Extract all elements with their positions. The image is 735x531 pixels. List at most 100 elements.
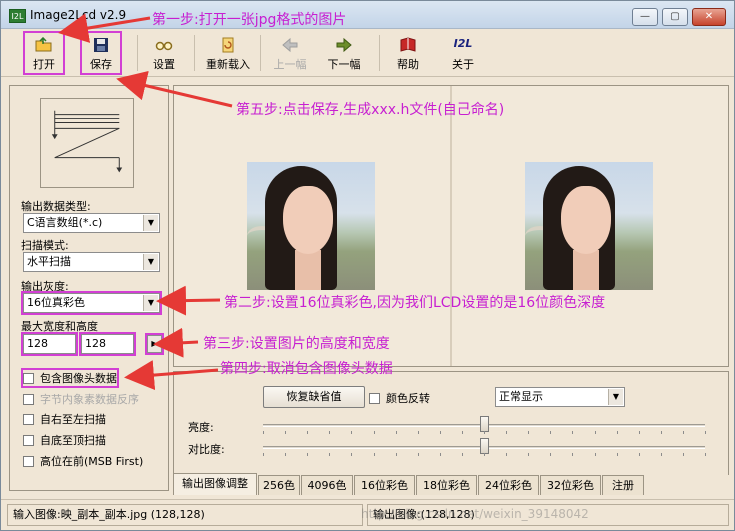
slider-tick <box>439 431 441 434</box>
tab-register[interactable]: 注册 <box>602 475 644 495</box>
tab-output-adjust[interactable]: 输出图像调整 <box>173 473 257 495</box>
apply-size-button[interactable]: ▶ <box>145 333 164 355</box>
right-to-left-checkbox[interactable]: 自右至左扫描 <box>23 411 106 427</box>
bottom-to-top-checkbox[interactable]: 自底至顶扫描 <box>23 432 106 448</box>
tab-18bit-color[interactable]: 18位彩色 <box>416 475 477 495</box>
scan-mode-value: 水平扫描 <box>27 255 71 268</box>
annotation-step4: 第四步:取消包含图像头数据 <box>220 361 393 377</box>
slider-tick <box>263 453 264 456</box>
watermark-text: http://blog.csdn.net/weixin_39148042 <box>361 507 589 521</box>
slider-tick <box>616 431 618 434</box>
slider-tick <box>594 453 596 456</box>
checkbox-box[interactable] <box>23 456 34 467</box>
slider-tick <box>351 431 353 434</box>
reload-icon <box>222 37 234 53</box>
app-logo-icon: I2L <box>9 9 26 23</box>
display-mode-select[interactable]: 正常显示 ▼ <box>495 387 625 407</box>
save-label: 保存 <box>90 58 112 71</box>
slider-tick <box>616 453 618 456</box>
chevron-down-icon: ▼ <box>143 295 158 311</box>
save-button[interactable]: 保存 <box>80 31 122 75</box>
annotation-step3: 第三步:设置图片的高度和宽度 <box>203 336 390 352</box>
slider-tick <box>506 431 508 434</box>
slider-tick <box>550 453 552 456</box>
slider-tick <box>638 453 640 456</box>
max-height-input[interactable]: 128 <box>79 332 136 356</box>
tab-16bit-color[interactable]: 16位彩色 <box>354 475 415 495</box>
reload-button[interactable]: 重新载入 <box>200 33 256 73</box>
arrow-left-icon <box>282 37 298 53</box>
slider-tick <box>682 453 684 456</box>
glasses-icon <box>155 41 173 51</box>
bottom-to-top-label: 自底至顶扫描 <box>40 434 106 447</box>
reverse-pixel-order-label: 字节内象素数据反序 <box>40 393 139 406</box>
slider-tick <box>682 431 684 434</box>
restore-defaults-button[interactable]: 恢复缺省值 <box>263 386 365 408</box>
reverse-pixel-order-checkbox[interactable]: 字节内象素数据反序 <box>23 391 139 407</box>
checkbox-box[interactable] <box>23 414 34 425</box>
output-type-select[interactable]: C语言数组(*.c) ▼ <box>23 213 160 233</box>
input-image-status: 输入图像:映_副本_副本.jpg (128,128) <box>7 504 363 526</box>
toolbar-separator <box>137 35 138 71</box>
minimize-button[interactable]: — <box>632 8 658 26</box>
slider-tick <box>329 453 331 456</box>
tab-256-color[interactable]: 256色 <box>258 475 300 495</box>
maximize-button[interactable]: ▢ <box>662 8 688 26</box>
arrow-right-icon <box>336 37 352 53</box>
image-adjust-panel: 恢复缺省值 颜色反转 正常显示 ▼ 亮度: 对比度: <box>173 371 729 475</box>
about-label: 关于 <box>452 58 474 71</box>
close-button[interactable]: ✕ <box>692 8 726 26</box>
slider-tick <box>307 431 309 434</box>
tab-32bit-color[interactable]: 32位彩色 <box>540 475 601 495</box>
checkbox-box[interactable] <box>23 394 34 405</box>
right-to-left-label: 自右至左扫描 <box>40 413 106 426</box>
gray-level-select[interactable]: 16位真彩色 ▼ <box>21 291 162 315</box>
brightness-slider-thumb[interactable] <box>480 416 489 432</box>
contrast-slider-thumb[interactable] <box>480 438 489 454</box>
slider-tick <box>395 431 397 434</box>
help-button[interactable]: 帮助 <box>390 33 426 73</box>
app-window: I2L Image2Lcd v2.9 — ▢ ✕ 打开 保存 设置 重新载入 上… <box>0 0 735 531</box>
slider-tick <box>506 453 508 456</box>
checkbox-box[interactable] <box>23 373 34 384</box>
output-type-value: C语言数组(*.c) <box>27 216 103 229</box>
previous-image-label: 上一幅 <box>273 58 307 71</box>
msb-first-checkbox[interactable]: 高位在前(MSB First) <box>23 453 143 469</box>
slider-tick <box>705 453 706 456</box>
toolbar-separator <box>379 35 380 71</box>
include-header-label: 包含图像头数据 <box>40 372 117 385</box>
scan-mode-label: 扫描模式: <box>21 239 69 252</box>
slider-tick <box>351 453 353 456</box>
checkbox-box[interactable] <box>369 393 380 404</box>
invert-color-label: 颜色反转 <box>386 392 430 405</box>
output-image-preview <box>525 162 653 290</box>
invert-color-checkbox[interactable]: 颜色反转 <box>369 390 430 406</box>
scan-mode-diagram-icon <box>40 98 134 188</box>
msb-first-label: 高位在前(MSB First) <box>40 455 144 468</box>
checkbox-box[interactable] <box>23 435 34 446</box>
chevron-down-icon: ▼ <box>608 389 623 405</box>
help-book-icon <box>400 37 416 52</box>
slider-tick <box>484 431 485 434</box>
slider-tick <box>572 453 574 456</box>
open-button[interactable]: 打开 <box>23 31 65 75</box>
about-button[interactable]: I2L 关于 <box>445 33 481 73</box>
input-image-preview <box>247 162 375 290</box>
slider-tick <box>660 431 662 434</box>
settings-button[interactable]: 设置 <box>146 33 182 73</box>
tab-24bit-color[interactable]: 24位彩色 <box>478 475 539 495</box>
max-width-input[interactable]: 128 <box>21 332 78 356</box>
help-label: 帮助 <box>397 58 419 71</box>
scan-mode-select[interactable]: 水平扫描 ▼ <box>23 252 160 272</box>
slider-tick <box>705 431 706 434</box>
display-mode-value: 正常显示 <box>499 390 543 403</box>
next-image-button[interactable]: 下一幅 <box>321 33 367 73</box>
tab-4096-color[interactable]: 4096色 <box>301 475 353 495</box>
next-image-label: 下一幅 <box>327 58 361 71</box>
slider-tick <box>528 453 530 456</box>
previous-image-button[interactable]: 上一幅 <box>267 33 313 73</box>
slider-tick <box>263 431 264 434</box>
brightness-label: 亮度: <box>188 421 214 434</box>
include-header-checkbox[interactable]: 包含图像头数据 <box>21 368 119 388</box>
slider-tick <box>439 453 441 456</box>
